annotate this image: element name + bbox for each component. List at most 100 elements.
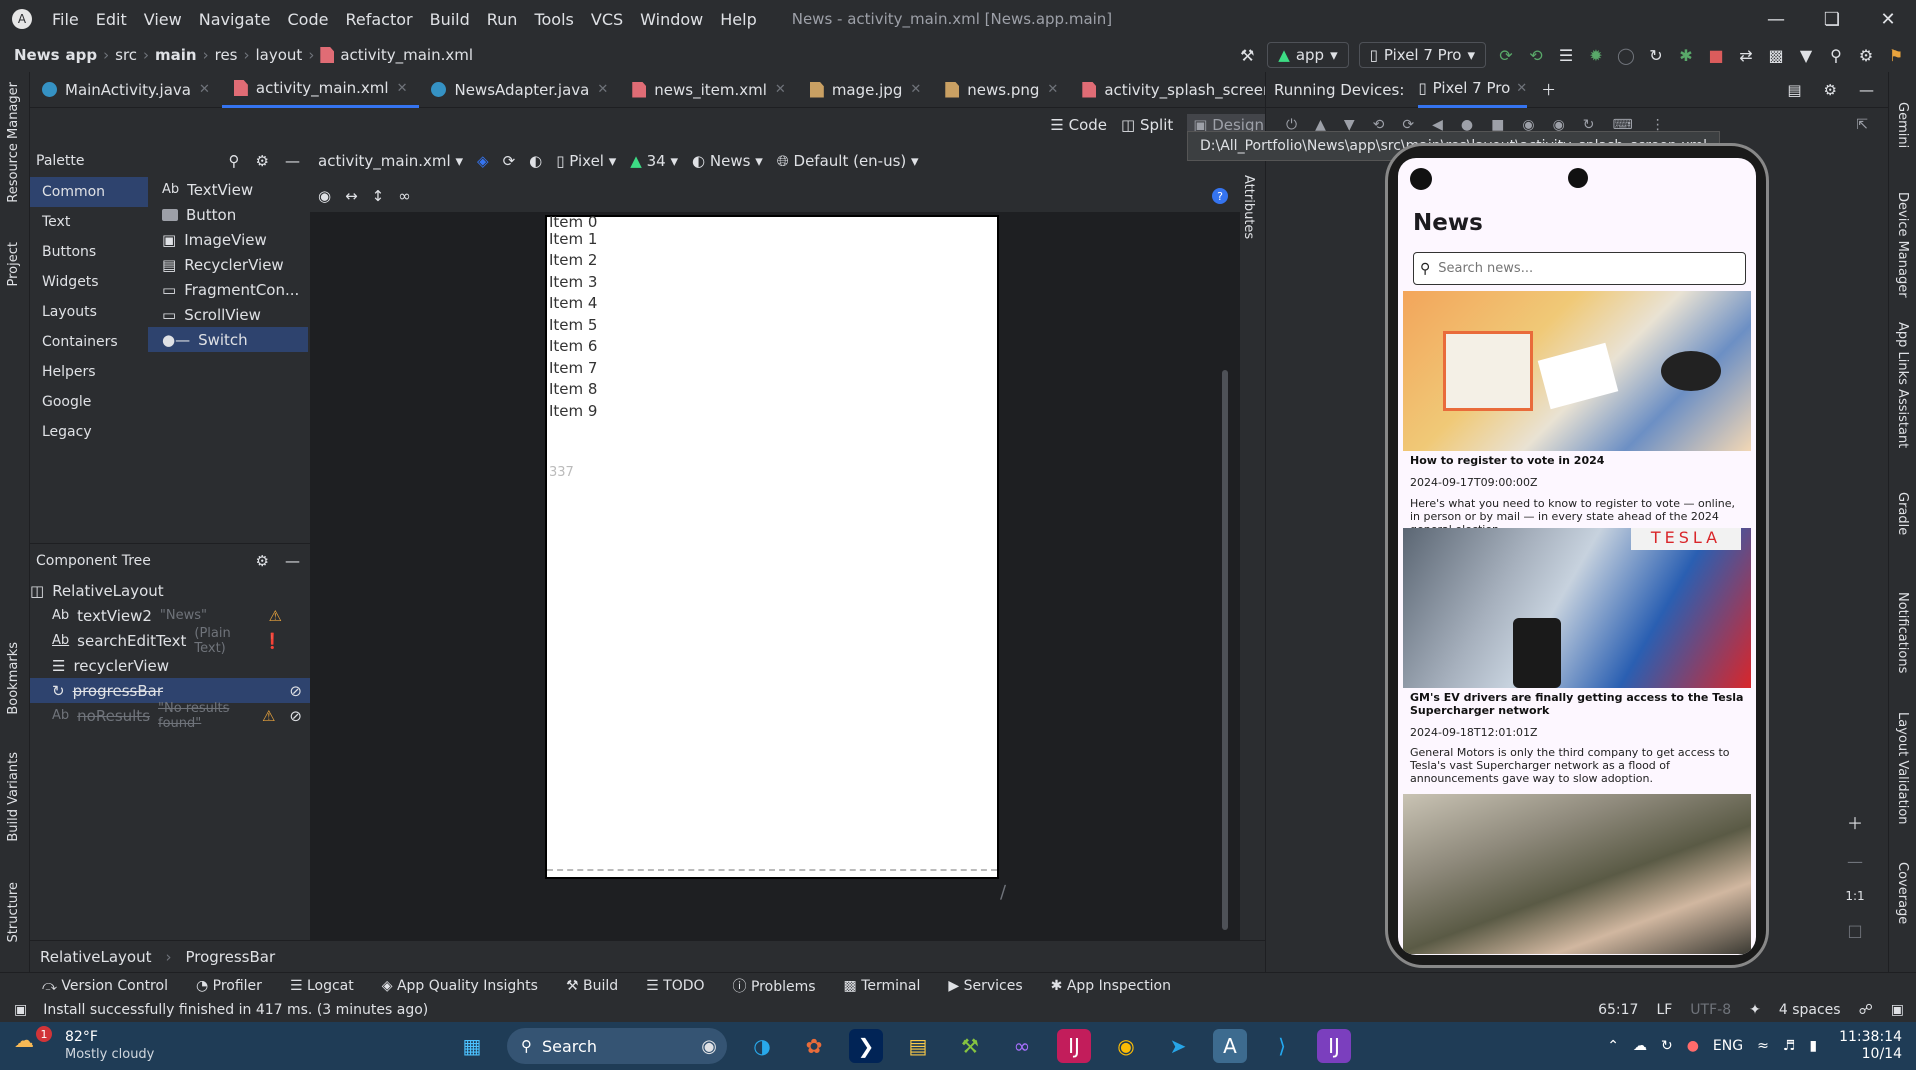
palette-category-common[interactable]: Common: [30, 177, 148, 207]
layers-icon[interactable]: ◈: [477, 152, 489, 170]
memory-icon[interactable]: ▣: [1891, 1002, 1904, 1018]
close-window-icon[interactable]: ✕: [1860, 9, 1916, 30]
resize-handle-icon[interactable]: ∕: [1000, 882, 1006, 903]
rider-icon[interactable]: IJ: [1317, 1029, 1351, 1063]
help-icon[interactable]: ?: [1212, 188, 1228, 204]
chevron-up-icon[interactable]: ⌃: [1607, 1038, 1619, 1054]
build-tab[interactable]: ⚒ Build: [566, 978, 618, 994]
palette-item-button[interactable]: Button: [148, 202, 308, 227]
project-tab[interactable]: Project: [6, 242, 21, 286]
restore-icon[interactable]: ❏: [1804, 9, 1860, 30]
indent-setting[interactable]: 4 spaces: [1779, 1002, 1841, 1018]
palette-item-switch[interactable]: ●— Switch: [148, 327, 308, 352]
article-title[interactable]: GM's EV drivers are finally getting acce…: [1410, 691, 1745, 717]
article-image-tesla[interactable]: TESLA: [1403, 528, 1751, 688]
code-mode-button[interactable]: ☰ Code: [1050, 116, 1107, 134]
palette-category-containers[interactable]: Containers: [30, 327, 148, 357]
taskbar-search[interactable]: ⚲ Search ◉: [507, 1028, 727, 1064]
version-control-tab[interactable]: ⤼ Version Control: [42, 978, 168, 994]
tree-node-textview2[interactable]: Ab textView2 "News" ⚠: [30, 603, 310, 628]
volume-icon[interactable]: ♬: [1783, 1038, 1796, 1054]
battery-icon[interactable]: ▮: [1809, 1038, 1817, 1054]
structure-tab[interactable]: Structure: [6, 882, 21, 942]
network-tray-icon[interactable]: ☁: [1633, 1038, 1647, 1054]
zoom-out-icon[interactable]: —: [1847, 852, 1863, 871]
palette-item-textview[interactable]: Ab TextView: [148, 177, 308, 202]
sync-icon[interactable]: ⇄: [1736, 45, 1756, 65]
problems-tab[interactable]: ⓘ Problems: [733, 976, 816, 996]
palette-category-google[interactable]: Google: [30, 387, 148, 417]
tree-node-searchedittext[interactable]: Ab searchEditText (Plain Text) ❗: [30, 626, 310, 656]
vertical-scrollbar[interactable]: [1222, 370, 1228, 930]
ai-assistant-icon[interactable]: ✦: [1749, 1002, 1761, 1018]
magnet-icon[interactable]: ∞: [398, 187, 411, 205]
locale-selector[interactable]: 🌐︎ Default (en-us) ▾: [777, 152, 919, 170]
resource-manager-tab[interactable]: Resource Manager: [6, 82, 21, 203]
palette-category-helpers[interactable]: Helpers: [30, 357, 148, 387]
build-variants-tab[interactable]: Build Variants: [6, 752, 21, 842]
sync-tray-icon[interactable]: ↻: [1661, 1038, 1673, 1054]
close-tab-icon[interactable]: ✕: [199, 82, 210, 97]
article-image-hospital[interactable]: [1403, 794, 1751, 954]
tab-newsadapter[interactable]: NewsAdapter.java ✕: [419, 72, 620, 108]
apply-code-changes-icon[interactable]: ⟲: [1526, 45, 1546, 65]
warning-icon[interactable]: ⚠: [269, 607, 282, 625]
menu-refactor[interactable]: Refactor: [345, 10, 412, 29]
path-relativelayout[interactable]: RelativeLayout: [40, 948, 151, 966]
tab-news-png[interactable]: news.png ✕: [933, 72, 1070, 108]
bug-icon[interactable]: ✱: [1676, 45, 1696, 65]
palette-item-scrollview[interactable]: ▭ ScrollView: [148, 302, 308, 327]
device-selector[interactable]: ▯ Pixel ▾: [556, 152, 616, 170]
hammer-icon[interactable]: ⚒: [1237, 45, 1257, 65]
gradle-tab[interactable]: Gradle: [1895, 492, 1910, 535]
logcat-tab[interactable]: ☰ Logcat: [290, 978, 354, 994]
app-tray-icon[interactable]: ●: [1687, 1038, 1699, 1054]
tree-node-progressbar[interactable]: ↻ progressBar ⊘: [30, 678, 310, 703]
close-tab-icon[interactable]: ✕: [910, 82, 921, 97]
device-tab-pixel7pro[interactable]: ▯ Pixel 7 Pro ✕: [1418, 72, 1528, 108]
file-explorer-icon[interactable]: ▤: [901, 1029, 935, 1063]
close-tab-icon[interactable]: ✕: [775, 82, 786, 97]
hide-panel-icon[interactable]: —: [1859, 81, 1874, 99]
api-selector[interactable]: ▲ 34 ▾: [630, 152, 678, 170]
powershell-icon[interactable]: ❯: [849, 1029, 883, 1063]
run-config-dropdown[interactable]: ▲ app ▾: [1267, 42, 1349, 68]
vertical-constraint-icon[interactable]: ↕: [372, 187, 385, 205]
error-icon[interactable]: ❗: [263, 632, 282, 650]
settings-gear-icon[interactable]: ⚙: [1824, 81, 1837, 99]
todo-tab[interactable]: ☰ TODO: [646, 978, 704, 994]
device-dropdown[interactable]: ▯ Pixel 7 Pro ▾: [1358, 42, 1486, 68]
palette-item-recyclerview[interactable]: ▤ RecyclerView: [148, 252, 308, 277]
tab-news-item[interactable]: news_item.xml ✕: [620, 72, 798, 108]
tab-mage-jpg[interactable]: mage.jpg ✕: [798, 72, 933, 108]
zoom-actual-size-button[interactable]: 1:1: [1845, 889, 1864, 903]
menu-vcs[interactable]: VCS: [591, 10, 623, 29]
app-links-assistant-tab[interactable]: App Links Assistant: [1895, 322, 1910, 448]
edge-browser-icon[interactable]: ◑: [745, 1029, 779, 1063]
app-inspection-tab[interactable]: ✱ App Inspection: [1051, 978, 1171, 994]
emulator-screen[interactable]: News ⚲ How to register to vote in 2024 2…: [1398, 158, 1756, 955]
night-mode-icon[interactable]: ◐: [529, 152, 542, 170]
menu-help[interactable]: Help: [720, 10, 756, 29]
debug-icon[interactable]: ✹: [1586, 45, 1606, 65]
breadcrumb-app[interactable]: app: [66, 46, 98, 64]
android-studio-icon[interactable]: A: [1213, 1029, 1247, 1063]
search-field[interactable]: ⚲: [1413, 252, 1746, 285]
bookmarks-tab[interactable]: Bookmarks: [6, 642, 21, 715]
layout-file-dropdown[interactable]: activity_main.xml ▾: [318, 152, 463, 170]
breadcrumb-res[interactable]: res: [215, 46, 238, 64]
menu-window[interactable]: Window: [640, 10, 703, 29]
expand-icon[interactable]: ⇱: [1856, 117, 1868, 133]
menu-tools[interactable]: Tools: [534, 10, 573, 29]
vscode-icon[interactable]: ⟩: [1265, 1029, 1299, 1063]
attributes-tab[interactable]: Attributes: [1241, 175, 1256, 239]
apply-changes-icon[interactable]: ⟳: [1496, 45, 1516, 65]
menu-file[interactable]: File: [52, 10, 79, 29]
close-tab-icon[interactable]: ✕: [1516, 81, 1527, 96]
device-manager-tab[interactable]: Device Manager: [1895, 192, 1910, 298]
minimize-icon[interactable]: —: [1748, 9, 1804, 30]
line-separator[interactable]: LF: [1656, 1002, 1672, 1018]
settings-gear-icon[interactable]: ⚙: [256, 152, 269, 170]
language-indicator[interactable]: ENG: [1713, 1038, 1743, 1054]
breadcrumb-project[interactable]: News: [14, 46, 60, 64]
